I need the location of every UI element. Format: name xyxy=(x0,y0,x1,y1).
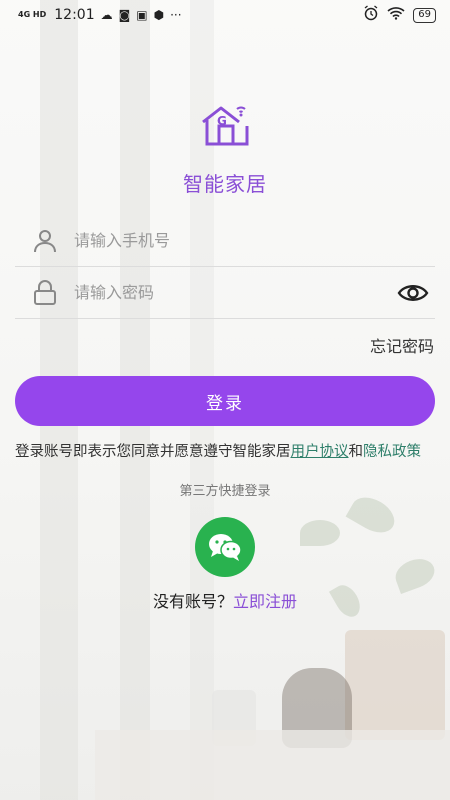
plant-pot xyxy=(345,630,445,740)
cloud-icon: ☁ xyxy=(100,8,113,22)
more-icon: ··· xyxy=(170,8,182,22)
agreement-text: 登录账号即表示您同意并愿意遵守智能家居用户协议和隐私政策 xyxy=(15,441,439,463)
shield-icon: ⬢ xyxy=(153,8,165,22)
privacy-policy-link[interactable]: 隐私政策 xyxy=(363,444,421,460)
wechat-icon xyxy=(209,534,242,561)
cat-icon: ◙ xyxy=(118,8,131,22)
table-surface xyxy=(95,730,450,800)
network-indicator: 4G HD xyxy=(18,10,47,19)
battery-indicator: 69 xyxy=(413,7,436,23)
password-field xyxy=(15,267,435,319)
clock: 12:01 xyxy=(54,7,95,23)
user-agreement-link[interactable]: 用户协议 xyxy=(291,444,349,460)
password-input[interactable] xyxy=(74,283,397,302)
user-icon xyxy=(34,229,56,252)
plant-leaf xyxy=(300,520,340,546)
third-party-login-title: 第三方快捷登录 xyxy=(179,484,271,499)
wifi-icon xyxy=(387,6,405,24)
eye-icon[interactable] xyxy=(397,282,429,304)
wechat-login-button[interactable] xyxy=(195,517,255,577)
forgot-password-link[interactable]: 忘记密码 xyxy=(370,333,434,357)
register-prompt: 没有账号？ xyxy=(152,592,233,611)
smart-home-logo: G xyxy=(197,100,253,148)
agreement-and: 和 xyxy=(348,444,364,460)
register-row: 没有账号？立即注册 xyxy=(0,588,450,612)
login-button[interactable]: 登录 xyxy=(15,376,435,426)
phone-field xyxy=(15,215,435,267)
svg-text:G: G xyxy=(217,114,227,128)
lock-icon xyxy=(34,279,56,305)
app-title: 智能家居 xyxy=(183,172,267,196)
register-link[interactable]: 立即注册 xyxy=(233,592,297,611)
alarm-icon xyxy=(363,5,379,25)
status-bar: 4G HD 12:01 ☁ ◙ ▣ ⬢ ··· 69 xyxy=(0,0,450,30)
n-icon: ▣ xyxy=(136,8,148,22)
agreement-prefix: 登录账号即表示您同意并愿意遵守智能家居 xyxy=(15,444,291,460)
phone-input[interactable] xyxy=(74,231,435,250)
